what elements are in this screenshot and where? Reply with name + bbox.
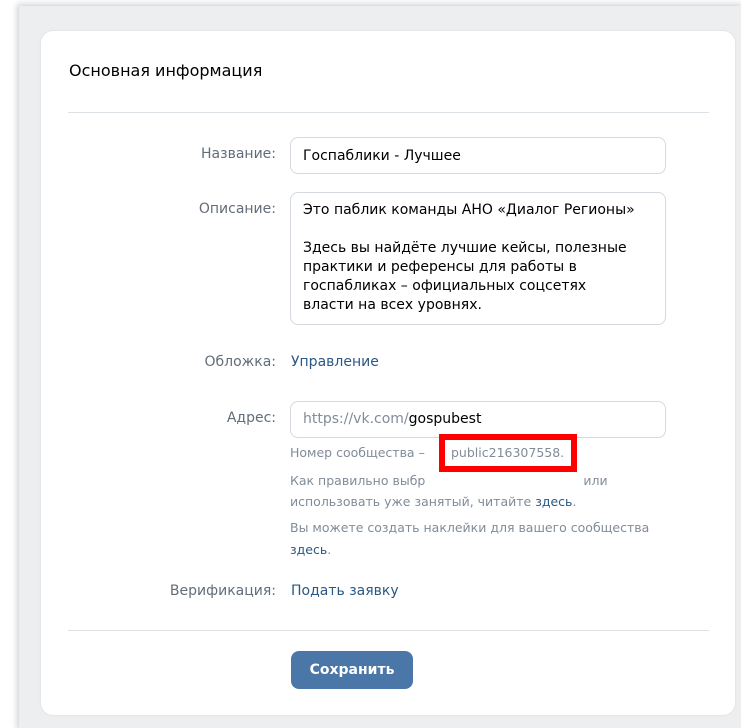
name-input[interactable] (290, 137, 666, 174)
address-hint-part3: использовать уже занятый, читайте (290, 494, 532, 509)
address-hint-end: . (572, 494, 577, 509)
bottom-divider (68, 630, 709, 631)
address-hint-part2: или (583, 473, 608, 488)
stickers-end: . (327, 542, 332, 557)
address-value: gospubest (408, 411, 482, 427)
description-label: Описание: (198, 201, 276, 217)
community-number-hint: Номер сообщества – (290, 443, 425, 463)
main-info-card: Основная информация Название: Описание: … (41, 31, 735, 715)
address-hint-part1: Как правильно выбр (290, 473, 426, 488)
verification-label: Верификация: (169, 583, 276, 599)
cover-manage-link[interactable]: Управление (291, 354, 379, 370)
community-number-value: public216307558. (451, 445, 565, 460)
address-label: Адрес: (226, 410, 276, 426)
verification-apply-link[interactable]: Подать заявку (291, 583, 399, 599)
section-title: Основная информация (69, 61, 263, 80)
name-label: Название: (201, 146, 276, 162)
stickers-hint-line2: здесь. (290, 540, 331, 560)
address-hint-line1: Как правильно выбр или (290, 471, 608, 491)
stickers-hint: Вы можете создать наклейки для вашего со… (290, 518, 649, 538)
address-prefix: https://vk.com/ (303, 411, 409, 427)
address-input[interactable]: https://vk.com/gospubest (290, 401, 666, 438)
community-number-label: Номер сообщества – (290, 445, 425, 460)
top-divider (68, 112, 709, 113)
address-help-link[interactable]: здесь (535, 494, 572, 509)
community-number-highlight: public216307558. (439, 434, 577, 472)
stickers-link[interactable]: здесь (290, 542, 327, 557)
cover-label: Обложка: (204, 354, 276, 370)
address-hint-line2: использовать уже занятый, читайте здесь. (290, 492, 576, 512)
stickers-text: Вы можете создать наклейки для вашего со… (290, 520, 650, 535)
description-textarea[interactable]: Это паблик команды АНО «Диалог Регионы» … (290, 192, 666, 325)
save-button[interactable]: Сохранить (291, 651, 413, 689)
